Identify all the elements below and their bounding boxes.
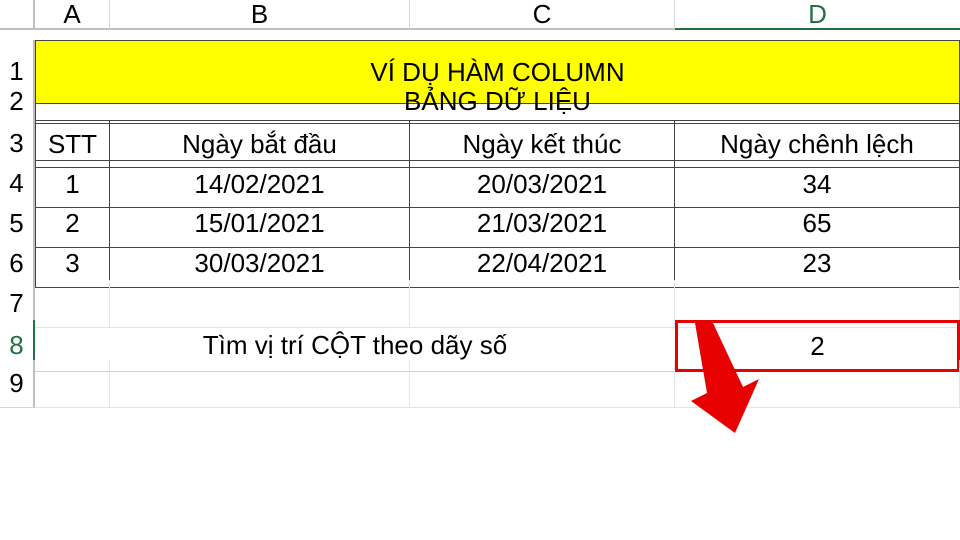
select-all-corner[interactable] (0, 0, 35, 30)
subtitle-cell[interactable]: BẢNG DỮ LIỆU (35, 80, 960, 124)
col-header-C[interactable]: C (410, 0, 675, 30)
cell-D9[interactable] (675, 360, 960, 408)
row-header-2[interactable]: 2 (0, 80, 35, 124)
col-header-D[interactable]: D (675, 0, 960, 30)
cell-A9[interactable] (35, 360, 110, 408)
spreadsheet-grid[interactable]: A B C D 1 VÍ DỤ HÀM COLUMN 2 BẢNG DỮ LIỆ… (0, 0, 960, 400)
col-header-B[interactable]: B (110, 0, 410, 30)
cell-B9[interactable] (110, 360, 410, 408)
col-header-A[interactable]: A (35, 0, 110, 30)
row-header-9[interactable]: 9 (0, 360, 35, 408)
cell-C9[interactable] (410, 360, 675, 408)
